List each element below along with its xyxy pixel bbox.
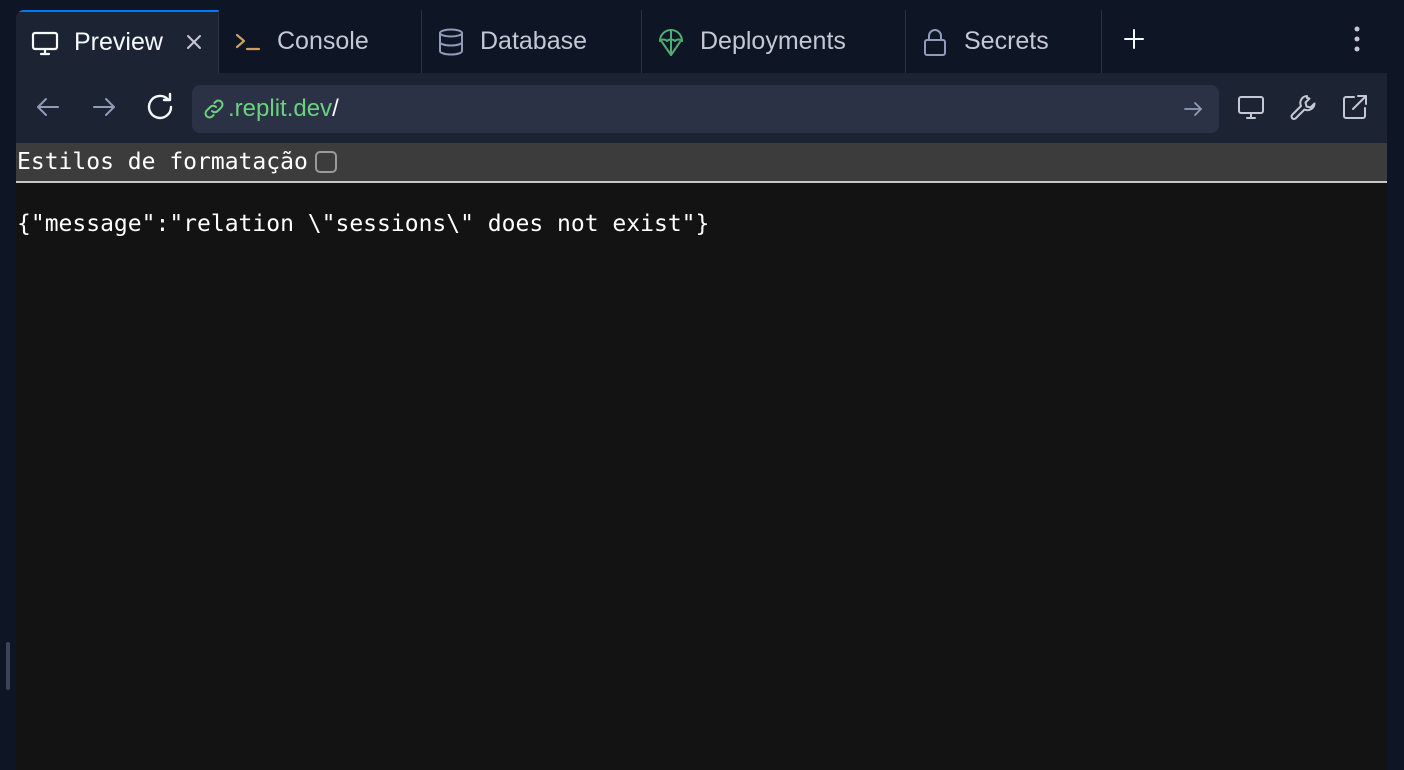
- arrow-left-icon: [34, 93, 62, 126]
- preview-panel: Preview Console Database Deployments Sec…: [16, 10, 1387, 770]
- arrow-right-icon: [90, 93, 118, 126]
- resize-handle[interactable]: [6, 642, 10, 690]
- add-tab-button[interactable]: [1102, 10, 1166, 73]
- url-host: .replit.dev: [228, 95, 333, 122]
- refresh-icon: [144, 91, 176, 128]
- tab-bar: Preview Console Database Deployments Sec…: [16, 10, 1387, 73]
- deployments-icon: [656, 27, 686, 57]
- plus-icon: [1123, 28, 1145, 55]
- go-arrow-icon[interactable]: [1181, 97, 1205, 121]
- url-bar[interactable]: .replit.dev /: [192, 85, 1219, 133]
- right-gutter: [1387, 0, 1404, 770]
- preview-content: Estilos de formatação {"message":"relati…: [16, 143, 1387, 770]
- tab-label: Console: [277, 27, 369, 55]
- back-button[interactable]: [32, 93, 64, 125]
- lock-icon: [920, 27, 950, 57]
- tab-deployments[interactable]: Deployments: [642, 10, 906, 73]
- tab-database[interactable]: Database: [422, 10, 642, 73]
- device-preview-button[interactable]: [1235, 93, 1267, 125]
- tab-menu-button[interactable]: [1327, 10, 1387, 73]
- json-format-bar: Estilos de formatação: [16, 143, 1387, 183]
- reload-button[interactable]: [144, 91, 176, 128]
- terminal-icon: [233, 27, 263, 57]
- open-in-new-tab-button[interactable]: [1339, 93, 1371, 125]
- format-label: Estilos de formatação: [17, 149, 308, 175]
- link-icon: [202, 97, 226, 121]
- tab-label: Secrets: [964, 27, 1049, 55]
- tab-label: Deployments: [700, 27, 846, 55]
- format-checkbox[interactable]: [314, 151, 337, 173]
- wrench-icon: [1288, 92, 1318, 127]
- browser-toolbar: .replit.dev /: [16, 73, 1387, 143]
- more-vertical-icon: [1353, 25, 1361, 58]
- tab-console[interactable]: Console: [219, 10, 422, 73]
- url-path: /: [332, 95, 339, 122]
- json-response-text: {"message":"relation \"sessions\" does n…: [17, 211, 710, 237]
- tab-preview[interactable]: Preview: [16, 10, 219, 73]
- monitor-icon: [1236, 92, 1266, 127]
- database-icon: [436, 27, 466, 57]
- tab-label: Database: [480, 27, 588, 55]
- close-icon[interactable]: [182, 30, 206, 54]
- devtools-button[interactable]: [1287, 93, 1319, 125]
- tab-bar-spacer: [1166, 10, 1327, 73]
- tab-label: Preview: [74, 28, 163, 56]
- left-gutter: [0, 0, 16, 770]
- monitor-icon: [30, 28, 60, 58]
- forward-button[interactable]: [88, 93, 120, 125]
- external-link-icon: [1340, 92, 1370, 127]
- tab-secrets[interactable]: Secrets: [906, 10, 1102, 73]
